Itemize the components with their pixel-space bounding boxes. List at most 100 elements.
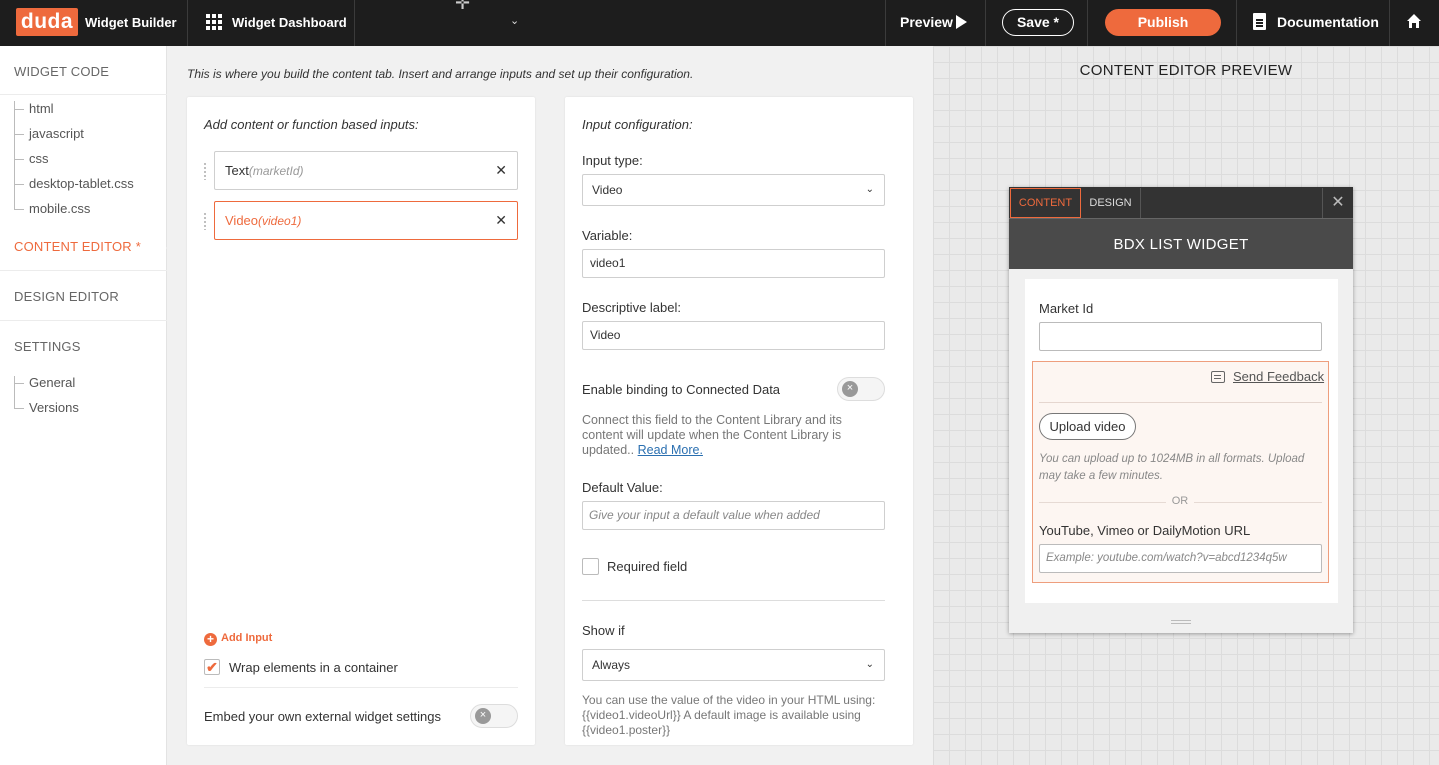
binding-note: Connect this field to the Content Librar… <box>582 413 867 458</box>
binding-label: Enable binding to Connected Data <box>582 382 781 397</box>
binding-toggle[interactable] <box>837 377 885 401</box>
market-id-label: Market Id <box>1039 301 1094 316</box>
settings-versions[interactable]: Versions <box>29 400 79 415</box>
embed-toggle[interactable] <box>470 704 518 728</box>
descriptive-label-label: Descriptive label: <box>582 300 681 315</box>
widget-dashboard-link[interactable]: Widget Dashboard <box>232 15 347 30</box>
usage-note: You can use the value of the video in yo… <box>582 693 876 737</box>
grid-icon[interactable] <box>206 14 222 30</box>
required-label: Required field <box>607 559 688 574</box>
input-variable: (marketId) <box>248 164 304 178</box>
upload-video-button[interactable]: Upload video <box>1039 413 1136 440</box>
show-if-select[interactable]: Always ⌄ <box>582 649 885 681</box>
descriptive-label-input[interactable]: Video <box>582 321 885 350</box>
resize-handle-icon[interactable] <box>1171 620 1191 624</box>
plus-icon: + <box>204 633 217 646</box>
divider <box>0 94 167 95</box>
file-mobile-css[interactable]: mobile.css <box>29 201 90 216</box>
left-sidebar <box>0 46 167 765</box>
divider <box>0 320 167 321</box>
settings-general[interactable]: General <box>29 375 75 390</box>
divider <box>1039 402 1322 403</box>
app-title: Widget Builder <box>85 15 177 30</box>
drag-handle-icon[interactable] <box>203 162 207 180</box>
market-id-input[interactable] <box>1039 322 1322 351</box>
intro-text: This is where you build the content tab.… <box>187 67 694 81</box>
divider <box>0 270 167 271</box>
variable-input[interactable]: video1 <box>582 249 885 278</box>
chevron-down-icon: ⌄ <box>865 659 874 670</box>
close-icon[interactable]: ✕ <box>1322 188 1353 218</box>
preview-title: CONTENT EDITOR PREVIEW <box>1079 62 1293 79</box>
input-row-video[interactable]: Video(video1) ✕ <box>214 201 518 240</box>
input-row-text[interactable]: Text(marketId) ✕ <box>214 151 518 190</box>
chevron-down-icon: ⌄ <box>865 184 874 195</box>
tree-tick <box>14 159 24 160</box>
inputs-title: Add content or function based inputs: <box>204 117 419 132</box>
divider <box>582 600 885 601</box>
upload-note: You can upload up to 1024MB in all forma… <box>1039 453 1305 482</box>
tree-line <box>14 101 15 209</box>
preview-button[interactable]: Preview <box>900 14 953 30</box>
publish-button[interactable]: Publish <box>1105 9 1221 36</box>
feedback-icon[interactable] <box>1211 371 1225 383</box>
file-css[interactable]: css <box>29 151 49 166</box>
required-checkbox[interactable] <box>582 558 599 575</box>
video-url-input[interactable]: Example: youtube.com/watch?v=abcd1234q5w <box>1039 544 1322 573</box>
divider <box>985 0 986 46</box>
send-feedback-link[interactable]: Send Feedback <box>1233 369 1324 384</box>
add-input-button[interactable]: + Add Input <box>204 632 272 646</box>
input-type-label: Input type: <box>582 153 643 168</box>
default-value-input[interactable]: Give your input a default value when add… <box>582 501 885 530</box>
remove-icon[interactable]: ✕ <box>495 162 507 179</box>
show-if-label: Show if <box>582 623 625 638</box>
active-pointer <box>166 240 175 256</box>
file-javascript[interactable]: javascript <box>29 126 84 141</box>
tree-tick <box>14 383 24 384</box>
tree-tick <box>14 184 24 185</box>
duda-logo[interactable]: duda <box>16 8 78 36</box>
tab-design[interactable]: DESIGN <box>1081 188 1141 218</box>
save-button[interactable]: Save * <box>1002 9 1074 36</box>
file-desktop-tablet-css[interactable]: desktop-tablet.css <box>29 176 134 191</box>
wrap-label: Wrap elements in a container <box>229 660 398 675</box>
divider <box>354 0 355 46</box>
show-if-value: Always <box>592 658 631 672</box>
inputs-panel <box>187 97 535 745</box>
documentation-link[interactable]: Documentation <box>1277 14 1379 30</box>
divider <box>1236 0 1237 46</box>
drag-handle-icon[interactable] <box>203 212 207 230</box>
input-name: Video <box>225 213 259 228</box>
config-title: Input configuration: <box>582 117 693 132</box>
cursor-crosshair-icon: ✛ <box>455 0 471 13</box>
nav-design-editor[interactable]: DESIGN EDITOR <box>14 289 119 304</box>
input-type-select[interactable]: Video ⌄ <box>582 174 885 206</box>
read-more-link[interactable]: Read More. <box>638 443 703 457</box>
widget-title: BDX LIST WIDGET <box>1009 218 1353 269</box>
chevron-down-icon[interactable]: ⌄ <box>510 14 519 27</box>
home-icon[interactable] <box>1406 13 1422 29</box>
divider <box>1087 0 1088 46</box>
file-html[interactable]: html <box>29 101 54 116</box>
input-type-value: Video <box>592 183 623 197</box>
variable-label: Variable: <box>582 228 633 243</box>
divider <box>1389 0 1390 46</box>
tree-line <box>14 376 15 408</box>
input-variable: (video1) <box>258 214 302 228</box>
wrap-checkbox[interactable]: ✔ <box>204 659 220 675</box>
nav-content-editor[interactable]: CONTENT EDITOR * <box>14 239 141 254</box>
tab-content[interactable]: CONTENT <box>1010 188 1081 218</box>
input-name: Text <box>225 163 249 178</box>
tree-tick <box>14 109 24 110</box>
video-url-label: YouTube, Vimeo or DailyMotion URL <box>1039 523 1251 538</box>
default-value-label: Default Value: <box>582 480 663 495</box>
nav-widget-code[interactable]: WIDGET CODE <box>14 64 109 79</box>
divider <box>187 0 188 46</box>
remove-icon[interactable]: ✕ <box>495 212 507 229</box>
document-icon[interactable] <box>1253 13 1266 30</box>
play-icon[interactable] <box>956 15 967 29</box>
divider <box>204 687 518 688</box>
or-separator: OR <box>1166 495 1194 507</box>
nav-settings[interactable]: SETTINGS <box>14 339 81 354</box>
divider <box>885 0 886 46</box>
